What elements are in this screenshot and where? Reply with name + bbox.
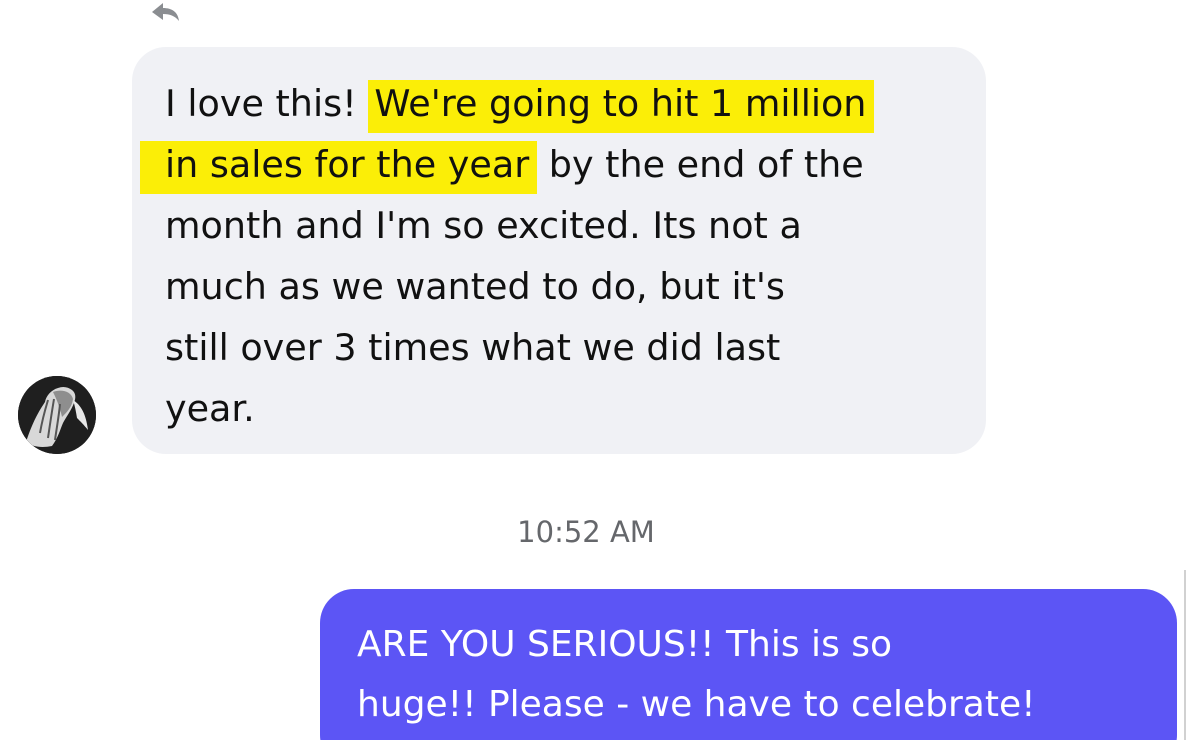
incoming-message-bubble[interactable]: I love this! We're going to hit 1 millio… — [132, 47, 986, 454]
message-line: much as we wanted to do, but it's — [165, 265, 785, 308]
outgoing-message-bubble[interactable]: ARE YOU SERIOUS!! This is so huge!! Plea… — [320, 589, 1177, 740]
message-line: year. — [165, 387, 255, 430]
message-line: ARE YOU SERIOUS!! This is so — [357, 624, 893, 665]
message-line: still over 3 times what we did last — [165, 326, 781, 369]
scrollbar[interactable] — [1184, 570, 1186, 740]
avatar[interactable] — [18, 376, 96, 454]
message-line: in sales for the year by the end of the — [140, 134, 966, 195]
highlighted-text: We're going to hit 1 million — [368, 80, 875, 133]
highlighted-text: in sales for the year — [140, 141, 538, 194]
message-text: I love this! — [165, 82, 369, 125]
message-text: by the end of the — [537, 143, 864, 186]
message-line: huge!! Please - we have to celebrate! — [357, 684, 1036, 725]
message-line: I love this! We're going to hit 1 millio… — [165, 73, 966, 134]
message-timestamp: 10:52 AM — [517, 515, 655, 549]
chat-thread: I love this! We're going to hit 1 millio… — [0, 0, 1200, 740]
message-line: month and I'm so excited. Its not a — [165, 204, 802, 247]
reply-icon[interactable] — [148, 0, 182, 28]
